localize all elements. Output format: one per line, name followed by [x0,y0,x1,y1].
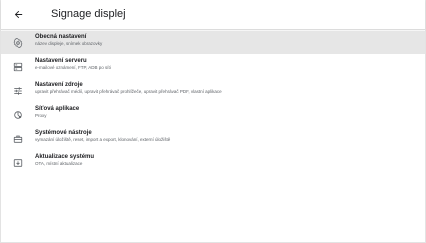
menu-item-description: OTA, místní aktualizace [35,161,83,166]
network-icon [12,109,23,120]
menu-item-label: Aktualizace systému [35,154,95,160]
menu-item-description: Proxy [35,113,47,118]
menu-item-label: Systémové nástroje [35,130,92,136]
menu-item-general-settings[interactable]: Obecná nastavení název displeje, snímek … [1,31,425,54]
menu-item-description: název displeje, snímek obrazovky [35,41,103,46]
app-bar: Signage displej [1,0,425,30]
menu-item-label: Obecná nastavení [35,34,87,40]
menu-item-server-settings[interactable]: Nastavení serveru e-mailové oznámení, FT… [1,55,425,78]
system-update-icon [12,157,23,168]
menu-item-source-settings[interactable]: Nastavení zdroje upravit přehrávač médií… [1,79,425,102]
menu-item-system-update[interactable]: Aktualizace systému OTA, místní aktualiz… [1,151,425,174]
server-icon [12,61,23,72]
menu-item-description: vymazání úložiště, reset, import a expor… [35,137,171,142]
toolbox-icon [12,133,23,144]
page-title: Signage displej [51,8,126,20]
back-arrow-icon[interactable] [12,8,24,20]
menu-item-description: e-mailové oznámení, FTP, ADB po síti [35,65,111,70]
menu-item-description: upravit přehrávač médií, upravit přehráv… [35,89,222,94]
menu-item-system-tools[interactable]: Systémové nástroje vymazání úložiště, re… [1,127,425,150]
menu-item-label: Nastavení zdroje [35,82,83,88]
menu-item-network-app[interactable]: Síťová aplikace Proxy [1,103,425,126]
app-window: Signage displej Obecná nastavení název d… [0,0,426,243]
menu-item-label: Nastavení serveru [35,58,87,64]
gear-icon [12,37,23,48]
menu-item-label: Síťová aplikace [35,106,80,112]
sliders-icon [12,85,23,96]
